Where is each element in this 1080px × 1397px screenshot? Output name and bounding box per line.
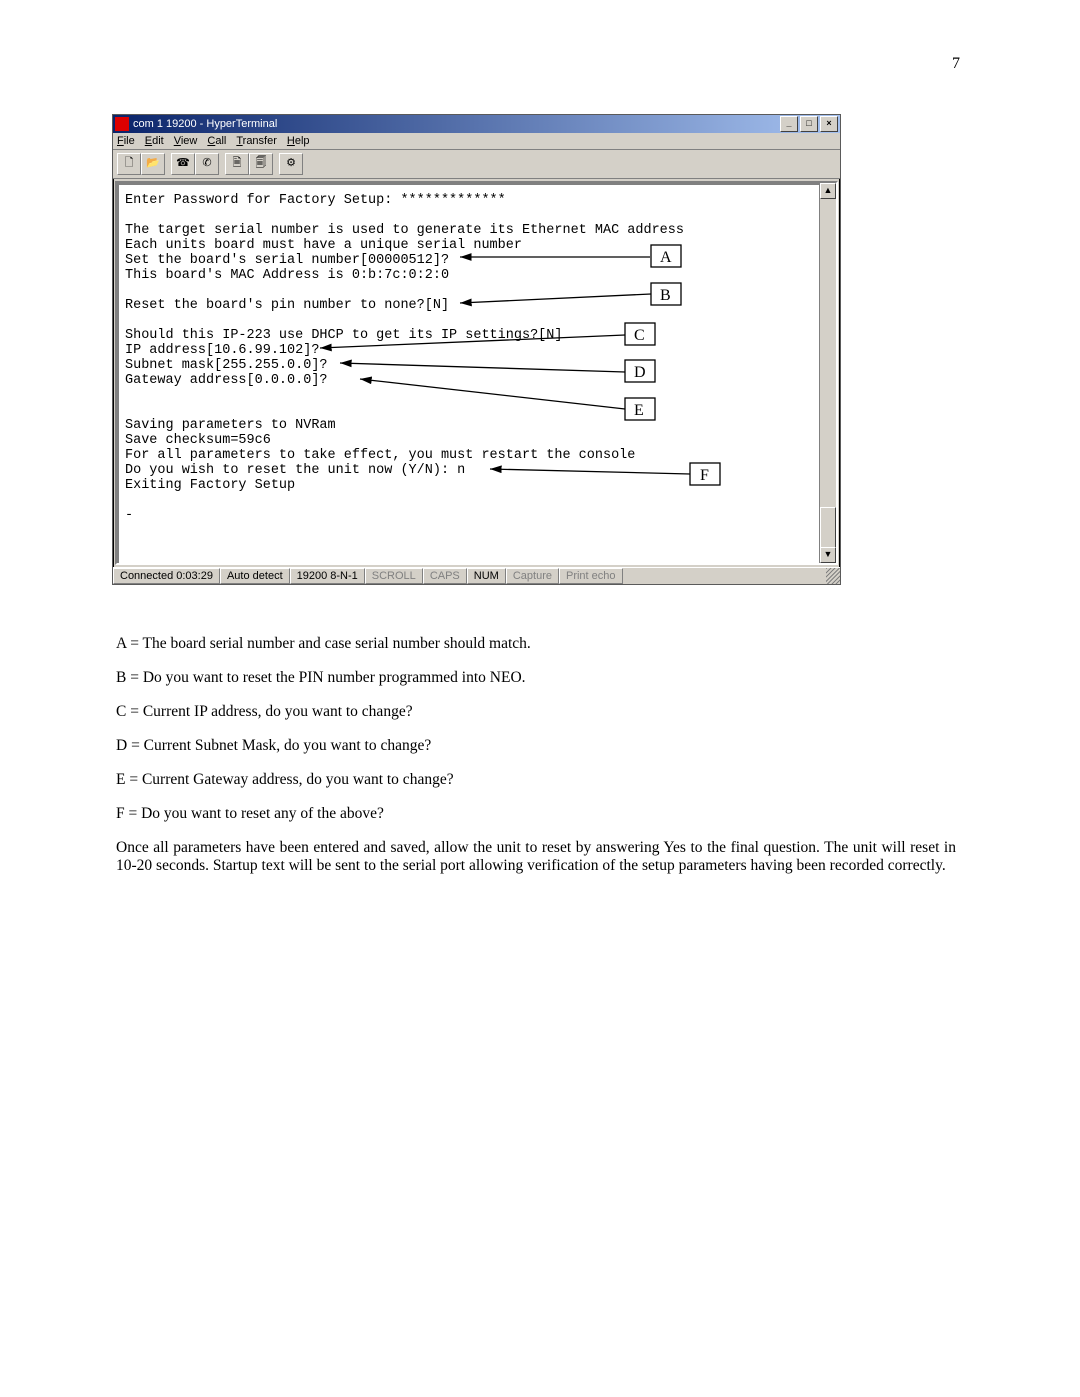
legend-c: C = Current IP address, do you want to c… [116, 703, 956, 721]
menu-file[interactable]: File [117, 135, 135, 147]
menu-edit[interactable]: Edit [145, 135, 164, 147]
scroll-thumb[interactable] [820, 507, 836, 549]
close-button[interactable]: × [820, 116, 838, 132]
open-icon[interactable]: 📂 [141, 153, 165, 175]
hyperterminal-window: com 1 19200 - HyperTerminal _ □ × File E… [112, 114, 841, 585]
menubar: File Edit View Call Transfer Help [113, 133, 840, 150]
legend-d: D = Current Subnet Mask, do you want to … [116, 737, 956, 755]
scrollbar[interactable]: ▲ ▼ [819, 183, 836, 563]
send-icon[interactable]: 🗎 [225, 153, 249, 175]
legend-block: A = The board serial number and case ser… [116, 635, 956, 891]
terminal-area: Enter Password for Factory Setup: ******… [115, 181, 838, 565]
legend-a: A = The board serial number and case ser… [116, 635, 956, 653]
scroll-up-icon[interactable]: ▲ [820, 183, 836, 199]
new-icon[interactable]: 🗋 [117, 153, 141, 175]
menu-view[interactable]: View [174, 135, 198, 147]
menu-call[interactable]: Call [207, 135, 226, 147]
statusbar: Connected 0:03:29 Auto detect 19200 8-N-… [113, 567, 840, 584]
app-icon [115, 117, 129, 131]
status-print: Print echo [559, 568, 623, 584]
maximize-button[interactable]: □ [800, 116, 818, 132]
status-detect: Auto detect [220, 568, 290, 584]
scroll-down-icon[interactable]: ▼ [820, 547, 836, 563]
menu-help[interactable]: Help [287, 135, 310, 147]
page-number: 7 [952, 55, 960, 73]
legend-f: F = Do you want to reset any of the abov… [116, 805, 956, 823]
legend-paragraph: Once all parameters have been entered an… [116, 839, 956, 875]
legend-e: E = Current Gateway address, do you want… [116, 771, 956, 789]
status-mode: 19200 8-N-1 [290, 568, 365, 584]
properties-icon[interactable]: ⚙ [279, 153, 303, 175]
status-connected: Connected 0:03:29 [113, 568, 220, 584]
status-scroll: SCROLL [365, 568, 423, 584]
minimize-button[interactable]: _ [780, 116, 798, 132]
menu-transfer[interactable]: Transfer [236, 135, 277, 147]
window-title: com 1 19200 - HyperTerminal [133, 118, 780, 130]
resize-grip-icon[interactable] [826, 568, 840, 584]
status-capture: Capture [506, 568, 559, 584]
call-icon[interactable]: ☎ [171, 153, 195, 175]
legend-b: B = Do you want to reset the PIN number … [116, 669, 956, 687]
receive-icon[interactable]: 🗐 [249, 153, 273, 175]
status-num: NUM [467, 568, 506, 584]
titlebar: com 1 19200 - HyperTerminal _ □ × [113, 115, 840, 133]
toolbar: 🗋 📂 ☎ ✆ 🗎 🗐 ⚙ [113, 150, 840, 179]
status-caps: CAPS [423, 568, 467, 584]
disconnect-icon[interactable]: ✆ [195, 153, 219, 175]
terminal-output[interactable]: Enter Password for Factory Setup: ******… [117, 183, 820, 563]
